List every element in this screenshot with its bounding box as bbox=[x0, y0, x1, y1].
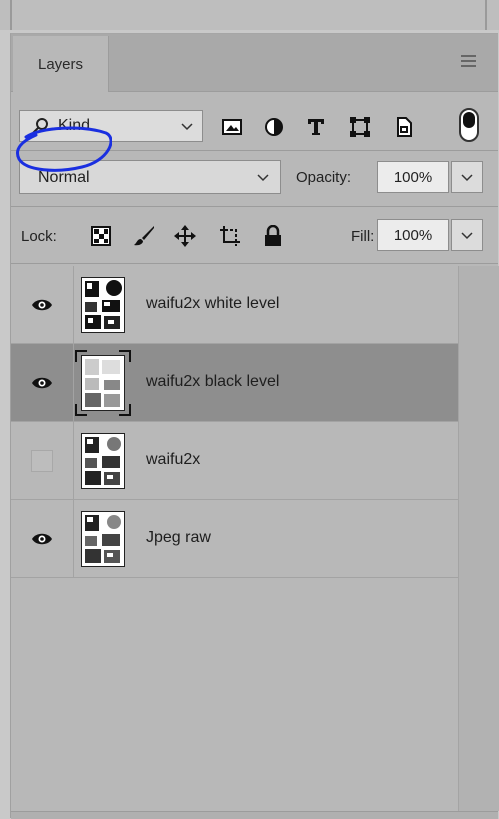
blend-row: Normal Opacity: 100% bbox=[11, 154, 498, 202]
chevron-down-icon bbox=[180, 117, 194, 139]
layer-name: waifu2x bbox=[146, 451, 201, 468]
layers-scrollbar[interactable] bbox=[458, 266, 499, 811]
divider bbox=[11, 206, 498, 207]
smart-object-filter-icon[interactable] bbox=[391, 114, 417, 140]
hidden-visibility-box bbox=[31, 450, 53, 472]
filter-row: Kind bbox=[11, 102, 498, 148]
eye-icon bbox=[32, 377, 52, 389]
fill-dropdown-button[interactable] bbox=[451, 219, 483, 251]
layer-name: waifu2x white level bbox=[146, 295, 280, 312]
layer-thumbnail bbox=[81, 433, 125, 489]
chevron-down-icon bbox=[256, 168, 270, 191]
lock-all-icon[interactable] bbox=[259, 222, 287, 250]
tab-layers[interactable]: Layers bbox=[13, 36, 109, 92]
fill-label: Fill: bbox=[351, 228, 375, 245]
divider bbox=[10, 0, 12, 30]
divider bbox=[11, 150, 498, 151]
opacity-input[interactable]: 100% bbox=[377, 161, 449, 193]
opacity-value: 100% bbox=[393, 168, 433, 186]
layers-list: waifu2x white level waifu2x black level … bbox=[11, 266, 458, 811]
layer-thumbnail bbox=[81, 277, 125, 333]
blend-mode-select[interactable]: Normal bbox=[19, 160, 281, 194]
panel-menu-icon[interactable] bbox=[461, 55, 476, 67]
panel-tab-bar: Layers bbox=[11, 34, 498, 92]
top-strip bbox=[0, 0, 499, 30]
lock-artboard-icon[interactable] bbox=[216, 222, 244, 250]
divider bbox=[11, 263, 498, 264]
adjustment-layer-filter-icon[interactable] bbox=[261, 114, 287, 140]
filter-toggle-switch[interactable] bbox=[459, 108, 479, 142]
layer-thumbnail bbox=[81, 511, 125, 567]
layer-row[interactable]: Jpeg raw bbox=[11, 500, 458, 578]
lock-label: Lock: bbox=[21, 228, 57, 245]
chevron-down-icon bbox=[461, 232, 473, 240]
fill-value: 100% bbox=[393, 226, 433, 244]
layers-panel: Layers Kind Normal Opacity: 100% Lock: F… bbox=[10, 33, 499, 819]
layer-visibility-toggle[interactable] bbox=[11, 500, 74, 578]
lock-position-move-icon[interactable] bbox=[171, 222, 199, 250]
layer-name: waifu2x black level bbox=[146, 373, 280, 390]
layer-name: Jpeg raw bbox=[146, 529, 211, 546]
eye-icon bbox=[32, 299, 52, 311]
layer-visibility-toggle[interactable] bbox=[11, 422, 74, 500]
search-icon bbox=[32, 117, 54, 135]
layer-row[interactable]: waifu2x white level bbox=[11, 266, 458, 344]
chevron-down-icon bbox=[461, 174, 473, 182]
kind-filter-select[interactable]: Kind bbox=[19, 110, 203, 142]
eye-icon bbox=[32, 533, 52, 545]
lock-transparent-pixels-icon[interactable] bbox=[87, 222, 115, 250]
divider bbox=[485, 0, 487, 30]
lock-row: Lock: Fill: 100% bbox=[11, 211, 498, 261]
layer-row-selected[interactable]: waifu2x black level bbox=[11, 344, 458, 422]
layer-row[interactable]: waifu2x bbox=[11, 422, 458, 500]
blend-mode-value: Normal bbox=[38, 169, 90, 186]
layer-thumbnail bbox=[81, 355, 125, 411]
layer-visibility-toggle[interactable] bbox=[11, 344, 74, 422]
opacity-label: Opacity: bbox=[296, 169, 352, 186]
panel-bottom-toolbar bbox=[11, 811, 498, 819]
layer-visibility-toggle[interactable] bbox=[11, 266, 74, 344]
kind-filter-label: Kind bbox=[58, 117, 91, 134]
lock-image-pixels-brush-icon[interactable] bbox=[130, 222, 158, 250]
tab-layers-label: Layers bbox=[37, 55, 84, 73]
fill-input[interactable]: 100% bbox=[377, 219, 449, 251]
opacity-dropdown-button[interactable] bbox=[451, 161, 483, 193]
shape-layer-filter-icon[interactable] bbox=[347, 114, 373, 140]
type-layer-filter-icon[interactable] bbox=[303, 114, 329, 140]
pixel-layer-filter-icon[interactable] bbox=[219, 114, 245, 140]
